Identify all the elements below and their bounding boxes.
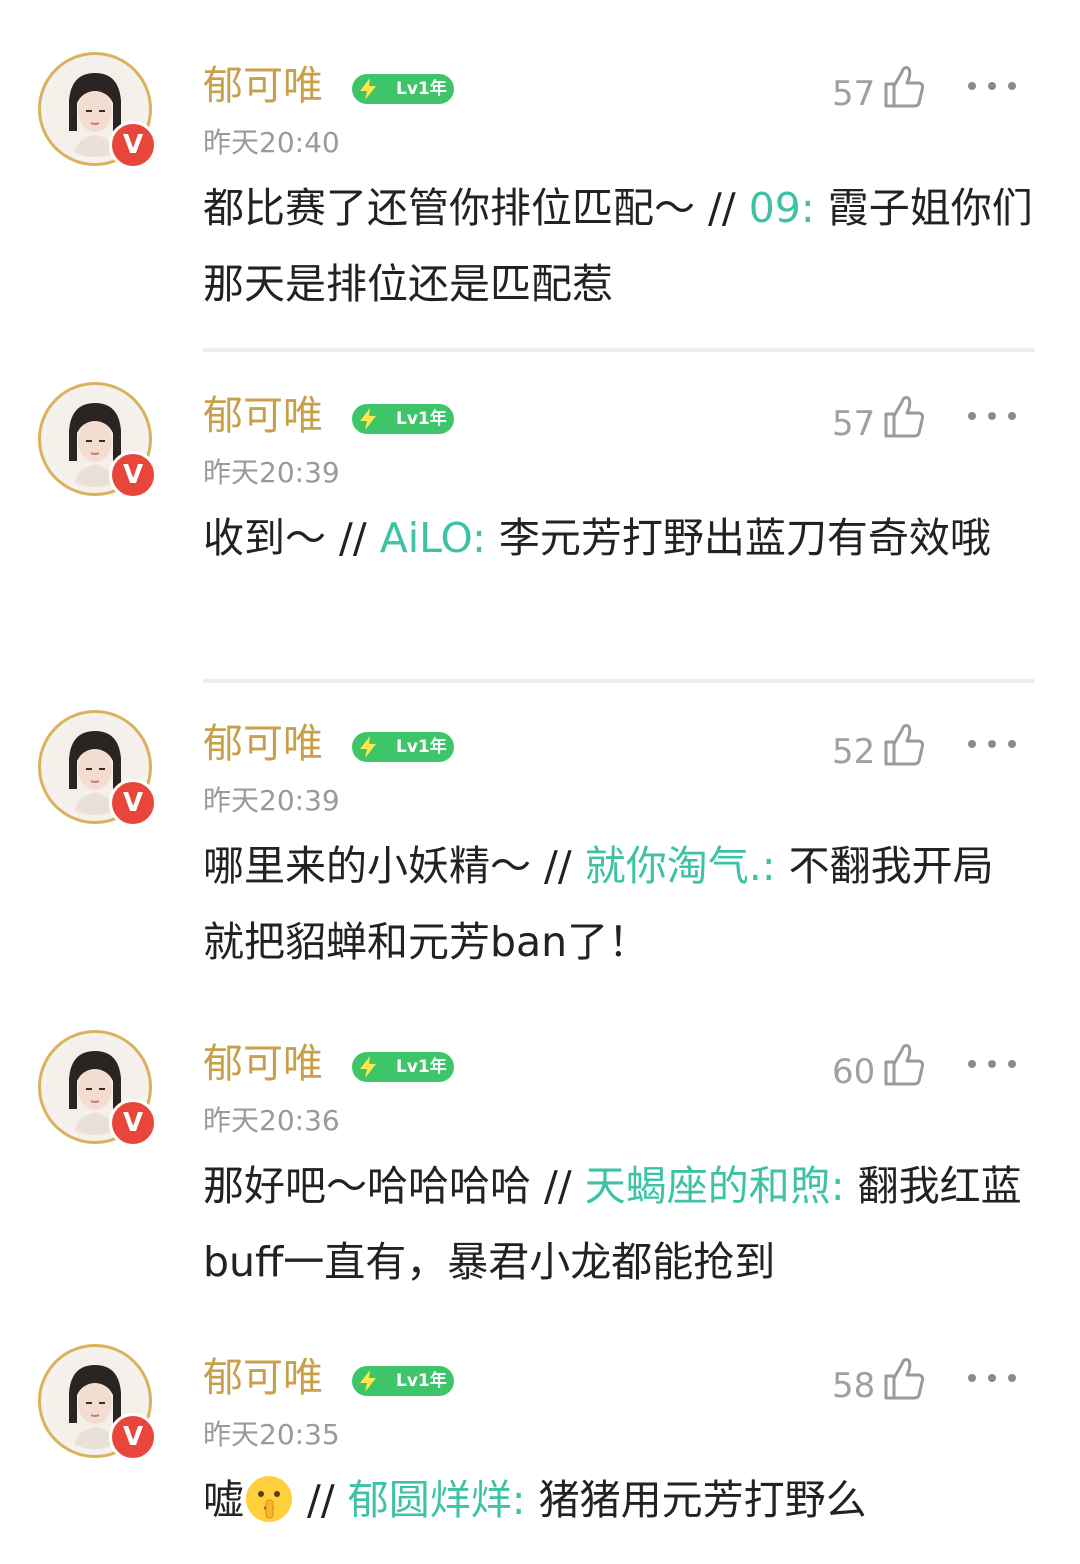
timestamp: 昨天20:39 xyxy=(203,456,340,489)
level-badge-label: Lv1年 xyxy=(396,737,447,757)
username[interactable]: 郁可唯 xyxy=(203,1040,323,1088)
verified-badge: V xyxy=(109,779,157,827)
like-count: 57 xyxy=(832,404,876,444)
level-badge-label: Lv1年 xyxy=(396,409,447,429)
avatar[interactable]: V xyxy=(38,1030,157,1147)
comment-text: 收到～ // AiLO: 李元芳打野出蓝刀有奇效哦 xyxy=(203,500,1033,576)
lightning-icon xyxy=(360,1056,376,1078)
level-badge-label: Lv1年 xyxy=(396,1371,447,1391)
like-count: 57 xyxy=(832,74,876,114)
verified-badge: V xyxy=(109,451,157,499)
timestamp: 昨天20:40 xyxy=(203,126,340,159)
like-count: 52 xyxy=(832,732,876,772)
comment-text: 嘘 // 郁圆烊烊: 猪猪用元芳打野么 xyxy=(203,1462,1033,1538)
thumbs-up-icon[interactable] xyxy=(882,1356,926,1402)
mention-user[interactable]: 天蝎座的和煦: xyxy=(585,1162,845,1210)
reply-text: 嘘 xyxy=(203,1476,244,1524)
lightning-icon xyxy=(360,736,376,758)
username[interactable]: 郁可唯 xyxy=(203,720,323,768)
timestamp: 昨天20:36 xyxy=(203,1104,340,1137)
more-dots-icon[interactable] xyxy=(966,410,1018,422)
divider xyxy=(203,348,1035,352)
more-dots-icon[interactable] xyxy=(966,738,1018,750)
lightning-icon xyxy=(360,408,376,430)
more-dots-icon[interactable] xyxy=(966,1372,1018,1384)
avatar[interactable]: V xyxy=(38,1344,157,1461)
timestamp: 昨天20:39 xyxy=(203,784,340,817)
quoted-text: 猪猪用元芳打野么 xyxy=(525,1476,867,1524)
reply-text: 收到～ // xyxy=(203,514,380,562)
avatar[interactable]: V xyxy=(38,710,157,827)
like-count: 60 xyxy=(832,1052,876,1092)
username[interactable]: 郁可唯 xyxy=(203,62,323,110)
quoted-text: 李元芳打野出蓝刀有奇效哦 xyxy=(485,514,991,562)
more-dots-icon[interactable] xyxy=(966,80,1018,92)
timestamp: 昨天20:35 xyxy=(203,1418,340,1451)
thumbs-up-icon[interactable] xyxy=(882,394,926,440)
like-count: 58 xyxy=(832,1366,876,1406)
level-badge: Lv1年 xyxy=(352,404,454,434)
username[interactable]: 郁可唯 xyxy=(203,392,323,440)
verified-badge: V xyxy=(109,1099,157,1147)
lightning-icon xyxy=(360,1370,376,1392)
level-badge: Lv1年 xyxy=(352,1366,454,1396)
level-badge-label: Lv1年 xyxy=(396,79,447,99)
comment-text: 都比赛了还管你排位匹配～ // 09: 霞子姐你们那天是排位还是匹配惹 xyxy=(203,170,1033,322)
level-badge: Lv1年 xyxy=(352,74,454,104)
lightning-icon xyxy=(360,78,376,100)
reply-text: 那好吧～哈哈哈哈 // xyxy=(203,1162,585,1210)
mention-user[interactable]: AiLO: xyxy=(380,514,486,562)
verified-badge: V xyxy=(109,121,157,169)
shushing-face-emoji xyxy=(246,1476,292,1522)
thumbs-up-icon[interactable] xyxy=(882,722,926,768)
avatar[interactable]: V xyxy=(38,52,157,169)
level-badge-label: Lv1年 xyxy=(396,1057,447,1077)
more-dots-icon[interactable] xyxy=(966,1058,1018,1070)
avatar[interactable]: V xyxy=(38,382,157,499)
username[interactable]: 郁可唯 xyxy=(203,1354,323,1402)
divider xyxy=(203,679,1035,683)
comment-text: 那好吧～哈哈哈哈 // 天蝎座的和煦: 翻我红蓝buff一直有，暴君小龙都能抢到 xyxy=(203,1148,1033,1300)
thumbs-up-icon[interactable] xyxy=(882,1042,926,1088)
level-badge: Lv1年 xyxy=(352,1052,454,1082)
reply-text: 都比赛了还管你排位匹配～ // xyxy=(203,184,749,232)
mention-user[interactable]: 09: xyxy=(749,184,815,232)
level-badge: Lv1年 xyxy=(352,732,454,762)
reply-text-after: // xyxy=(294,1476,348,1524)
thumbs-up-icon[interactable] xyxy=(882,64,926,110)
verified-badge: V xyxy=(109,1413,157,1461)
comment-text: 哪里来的小妖精～ // 就你淘气.: 不翻我开局就把貂蝉和元芳ban了！ xyxy=(203,828,1033,980)
mention-user[interactable]: 郁圆烊烊: xyxy=(348,1476,526,1524)
mention-user[interactable]: 就你淘气.: xyxy=(585,842,776,890)
reply-text: 哪里来的小妖精～ // xyxy=(203,842,585,890)
